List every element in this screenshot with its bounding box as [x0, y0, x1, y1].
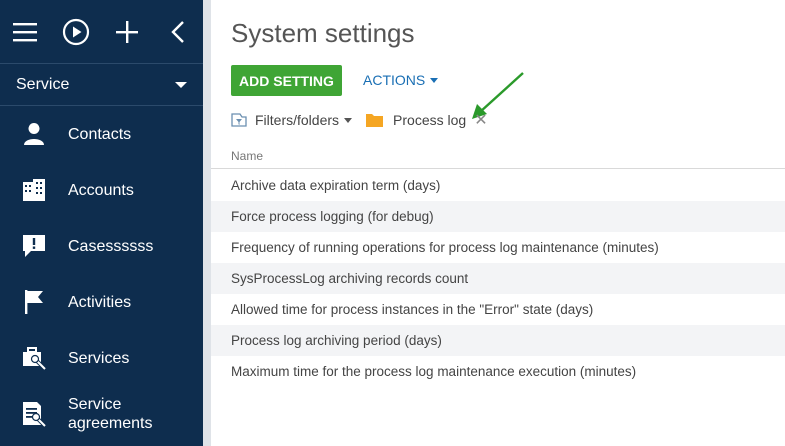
table-row[interactable]: Process log archiving period (days): [211, 325, 785, 356]
case-icon: [20, 232, 48, 260]
sidebar-item-services[interactable]: Services: [0, 330, 203, 386]
filters-folders-button[interactable]: Filters/folders: [255, 112, 339, 128]
chevron-down-icon[interactable]: [344, 117, 353, 123]
menu-icon[interactable]: [0, 0, 51, 64]
filters-bar: Filters/folders Process log ✕: [231, 110, 488, 130]
sidebar-toolbar: [0, 0, 203, 64]
actions-label: ACTIONS: [363, 72, 426, 88]
play-process-icon[interactable]: [51, 0, 102, 64]
collapse-chevron-icon[interactable]: [152, 0, 203, 64]
page-title: System settings: [231, 18, 415, 48]
services-icon: [20, 344, 48, 372]
table-row[interactable]: Frequency of running operations for proc…: [211, 232, 785, 263]
sidebar-splitter: [203, 0, 211, 446]
table-row[interactable]: Allowed time for process instances in th…: [211, 294, 785, 325]
sidebar-item-label: Services: [68, 349, 130, 367]
table-row[interactable]: Maximum time for the process log mainten…: [211, 356, 785, 387]
header-divider: [211, 168, 785, 169]
sidebar-item-label: Accounts: [68, 181, 134, 199]
sidebar-item-accounts[interactable]: Accounts: [0, 162, 203, 218]
actions-menu-button[interactable]: ACTIONS: [363, 72, 439, 88]
close-icon[interactable]: ✕: [474, 110, 487, 130]
flag-icon: [20, 288, 48, 316]
chevron-down-icon: [430, 77, 439, 83]
sidebar-item-label: Contacts: [68, 125, 132, 143]
workplace-label: Service: [16, 75, 70, 93]
chevron-down-icon: [175, 81, 187, 88]
sidebar-item-label: Activities: [68, 293, 132, 311]
sidebar-item-cases[interactable]: Casessssss: [0, 218, 203, 274]
sidebar-item-contacts[interactable]: Contacts: [0, 106, 203, 162]
table-row[interactable]: Archive data expiration term (days): [211, 170, 785, 201]
filter-folder-icon[interactable]: [231, 112, 247, 128]
sidebar-item-activities[interactable]: Activities: [0, 274, 203, 330]
main-content: System settings ADD SETTING ACTIONS Filt…: [211, 0, 785, 446]
sidebar-item-label: Casessssss: [68, 237, 154, 255]
sidebar: Service Contacts Accounts Casessssss Act…: [0, 0, 203, 446]
building-icon: [20, 176, 48, 204]
person-icon: [20, 120, 48, 148]
folder-label: Process log: [393, 112, 467, 128]
sidebar-item-service-agreements[interactable]: Service agreements: [0, 386, 203, 442]
add-icon[interactable]: [102, 0, 153, 64]
table-row[interactable]: SysProcessLog archiving records count: [211, 263, 785, 294]
column-header-name[interactable]: Name: [231, 149, 263, 163]
table-row[interactable]: Force process logging (for debug): [211, 201, 785, 232]
settings-list: Archive data expiration term (days) Forc…: [211, 170, 785, 387]
folder-icon: [366, 113, 384, 127]
sidebar-item-label: Service agreements: [68, 396, 153, 432]
add-setting-button[interactable]: ADD SETTING: [231, 65, 342, 96]
workplace-selector[interactable]: Service: [0, 64, 203, 106]
active-folder-tag: Process log ✕: [366, 110, 488, 130]
agreement-icon: [20, 400, 48, 428]
